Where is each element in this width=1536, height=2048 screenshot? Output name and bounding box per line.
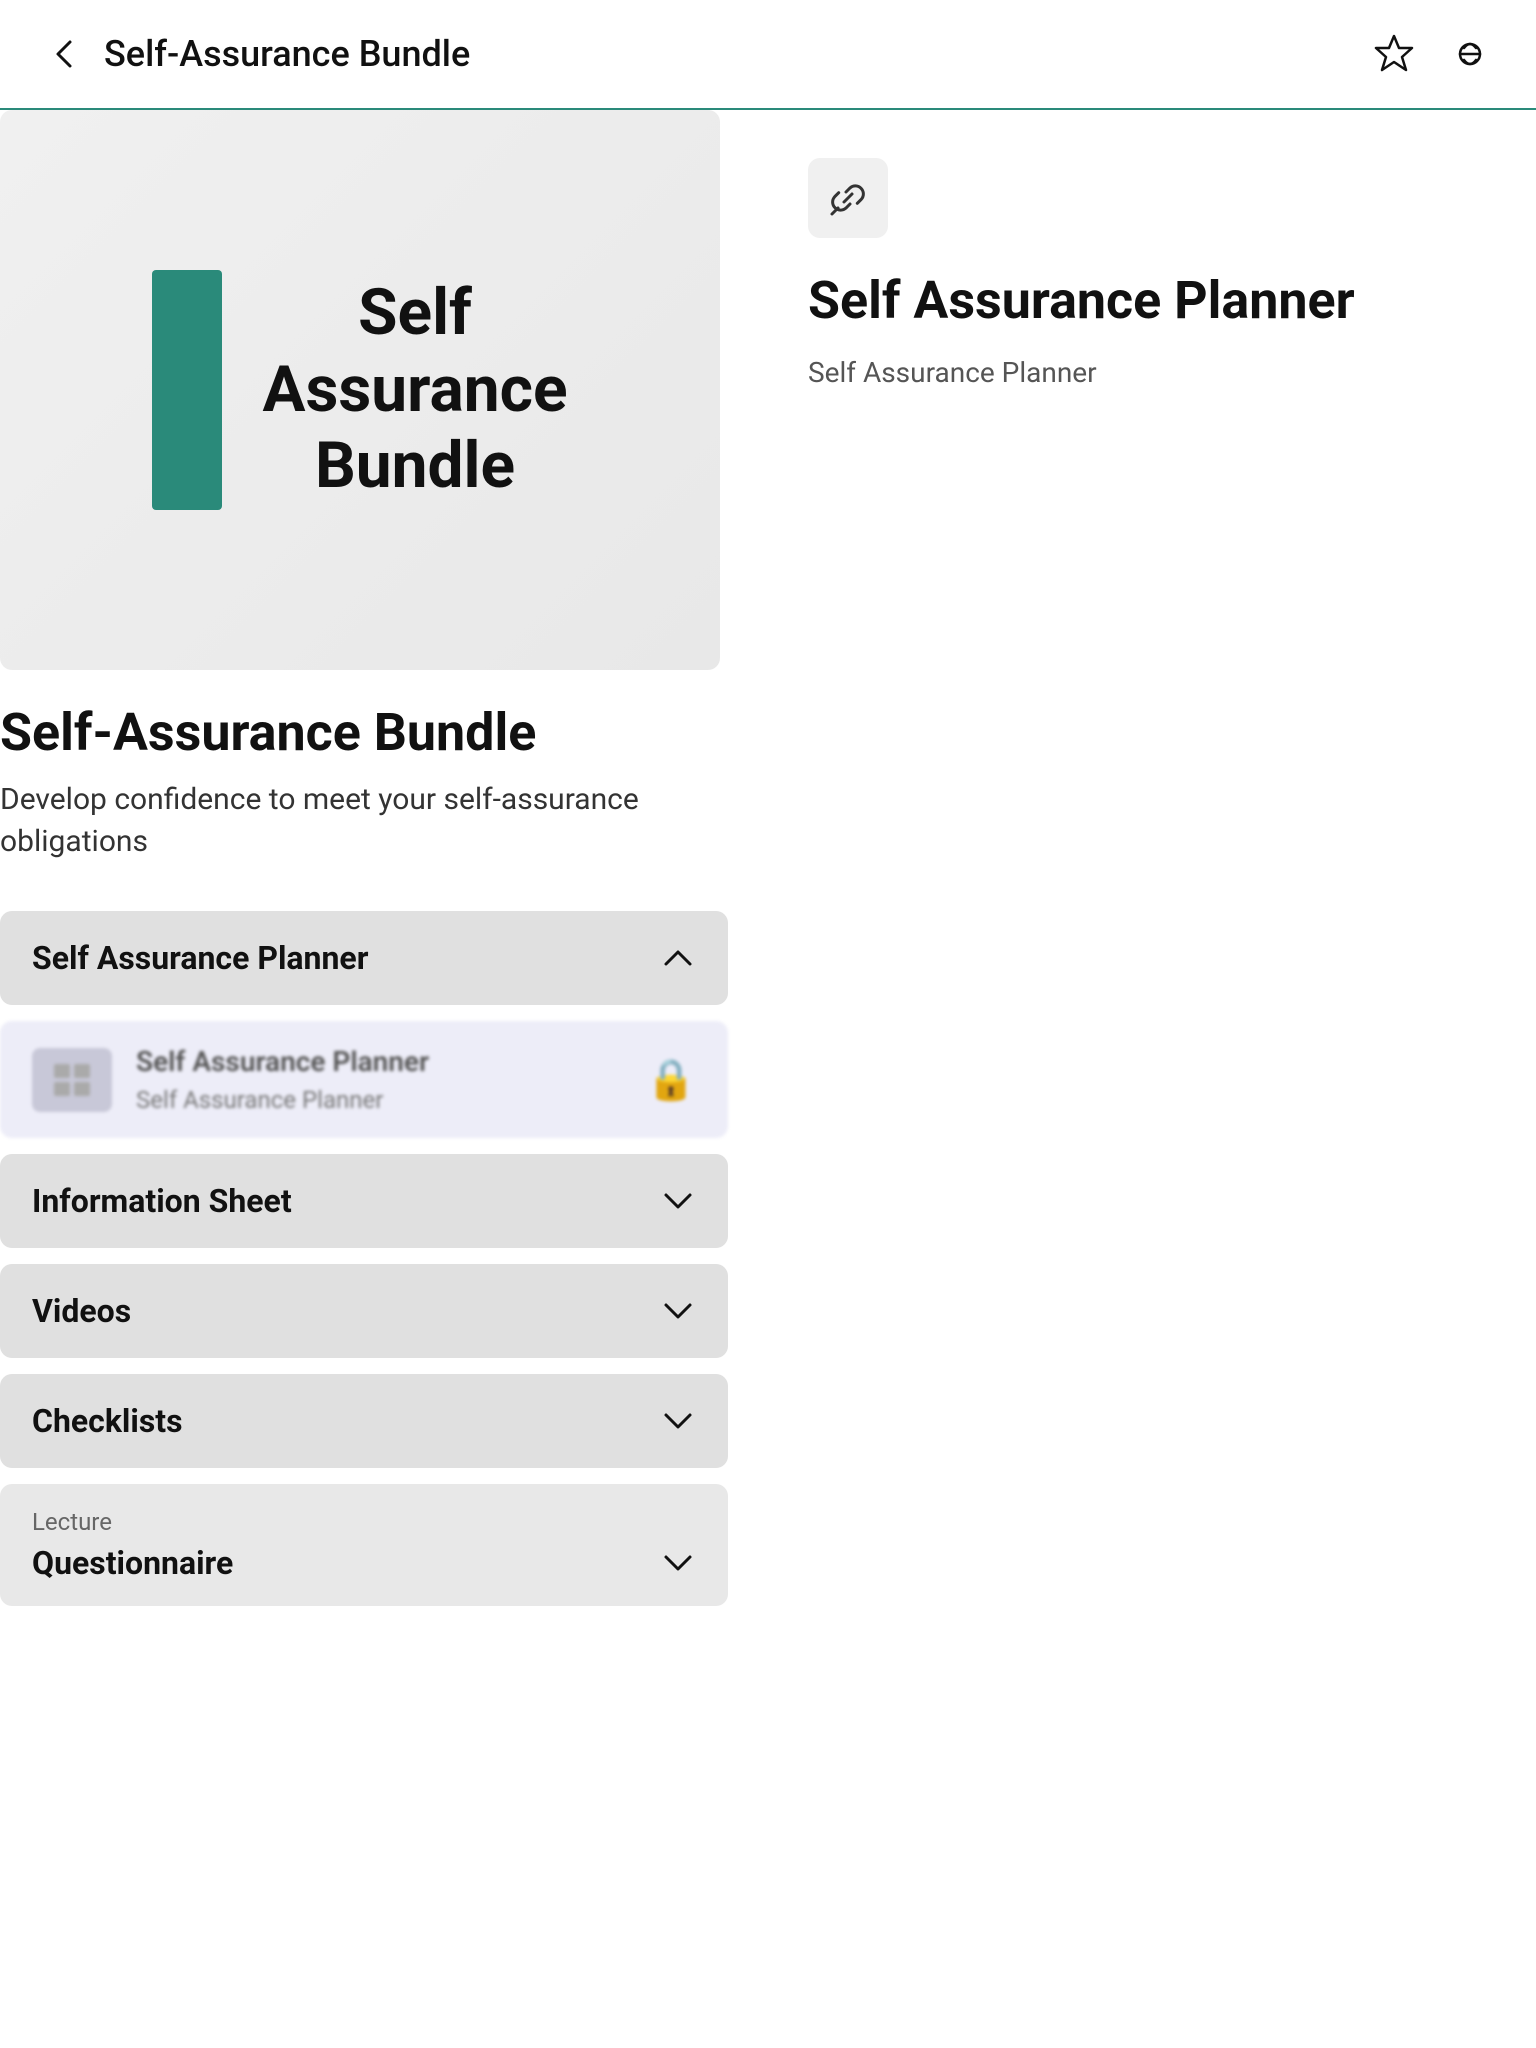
accordion-title-planner: Self Assurance Planner	[32, 939, 368, 977]
right-sub: Self Assurance Planner	[808, 356, 1496, 389]
chevron-down-icon-videos	[660, 1293, 696, 1329]
thumb-grid-icon	[52, 1062, 92, 1098]
left-column: SelfAssuranceBundle Self-Assurance Bundl…	[0, 110, 768, 1646]
chevron-down-icon-questionnaire	[660, 1545, 696, 1581]
teal-bar	[152, 270, 222, 510]
hero-bundle-text: SelfAssuranceBundle	[262, 275, 567, 505]
accordion-header-planner[interactable]: Self Assurance Planner	[0, 911, 728, 1005]
main-content: SelfAssuranceBundle Self-Assurance Bundl…	[0, 110, 1536, 1646]
accordion-item-checklists: Checklists	[0, 1374, 728, 1468]
star-icon	[1372, 32, 1416, 76]
hero-image: SelfAssuranceBundle	[0, 110, 720, 670]
header: Self-Assurance Bundle	[0, 0, 1536, 110]
accordion-title-videos: Videos	[32, 1292, 131, 1330]
hero-image-inner: SelfAssuranceBundle	[152, 270, 567, 510]
chevron-down-icon-checklists	[660, 1403, 696, 1439]
header-left: Self-Assurance Bundle	[40, 30, 470, 78]
bundle-desc: Develop confidence to meet your self-ass…	[0, 779, 728, 863]
locked-thumb	[32, 1048, 112, 1112]
link-icon-box	[808, 158, 888, 238]
chevron-down-icon-info	[660, 1183, 696, 1219]
header-right	[1368, 28, 1496, 80]
share-icon	[1448, 32, 1492, 76]
chevron-up-icon	[660, 940, 696, 976]
lock-icon: 🔒	[646, 1056, 696, 1103]
accordion-item-info: Information Sheet	[0, 1154, 728, 1248]
link-icon	[824, 174, 872, 222]
right-column: Self Assurance Planner Self Assurance Pl…	[768, 110, 1536, 1646]
accordion-title-info: Information Sheet	[32, 1182, 292, 1220]
back-button[interactable]	[40, 30, 88, 78]
accordion-title-questionnaire: Questionnaire	[32, 1544, 233, 1582]
lecture-label: Lecture	[0, 1484, 728, 1536]
bundle-title: Self-Assurance Bundle	[0, 702, 728, 763]
accordion-item-videos: Videos	[0, 1264, 728, 1358]
accordion-item-questionnaire: Lecture Questionnaire	[0, 1484, 728, 1606]
back-icon	[48, 38, 80, 70]
accordion: Self Assurance Planner	[0, 911, 728, 1606]
locked-planner-item: Self Assurance Planner Self Assurance Pl…	[0, 1021, 728, 1138]
right-title: Self Assurance Planner	[808, 270, 1496, 332]
locked-sub: Self Assurance Planner	[136, 1086, 622, 1114]
accordion-header-videos[interactable]: Videos	[0, 1264, 728, 1358]
header-title: Self-Assurance Bundle	[104, 33, 470, 75]
accordion-title-checklists: Checklists	[32, 1402, 183, 1440]
favorite-button[interactable]	[1368, 28, 1420, 80]
accordion-header-checklists[interactable]: Checklists	[0, 1374, 728, 1468]
accordion-header-info[interactable]: Information Sheet	[0, 1154, 728, 1248]
share-button[interactable]	[1444, 28, 1496, 80]
locked-text: Self Assurance Planner Self Assurance Pl…	[136, 1045, 622, 1114]
locked-title: Self Assurance Planner	[136, 1045, 622, 1078]
accordion-item-planner: Self Assurance Planner	[0, 911, 728, 1005]
accordion-header-questionnaire[interactable]: Questionnaire	[0, 1536, 728, 1606]
